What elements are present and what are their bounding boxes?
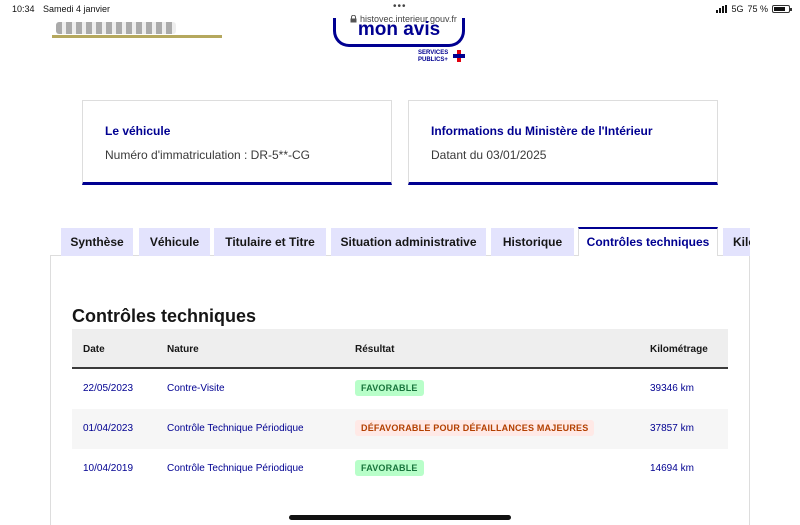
row-date: 01/04/2023: [83, 423, 134, 434]
row-nature: Contrôle Technique Périodique: [167, 463, 304, 474]
services-publics-logo: SERVICES PUBLICS+: [418, 50, 449, 63]
status-time: 10:34: [12, 4, 35, 14]
tab-controles-techniques[interactable]: Contrôles techniques: [578, 227, 718, 256]
tab-titulaire[interactable]: Titulaire et Titre: [214, 228, 326, 256]
more-dots-icon[interactable]: •••: [393, 1, 407, 12]
tab-situation-administrative[interactable]: Situation administrative: [331, 228, 486, 256]
row-mileage: 37857 km: [650, 423, 694, 434]
row-date: 10/04/2019: [83, 463, 134, 474]
ministry-card-title: Informations du Ministère de l'Intérieur: [431, 124, 653, 138]
vehicle-card-title: Le véhicule: [105, 124, 171, 138]
table-row: 01/04/2023 Contrôle Technique Périodique…: [72, 409, 728, 449]
registration-number: Numéro d'immatriculation : DR-5**-CG: [105, 148, 311, 162]
signal-icon: [716, 5, 728, 13]
tab-kilometrage[interactable]: Kilométrage: [723, 228, 750, 256]
vehicle-illustration: [56, 22, 176, 34]
status-badge: FAVORABLE: [355, 460, 424, 476]
table-row: 22/05/2023 Contre-Visite FAVORABLE 39346…: [72, 369, 728, 409]
network-type: 5G: [731, 4, 744, 14]
status-date: Samedi 4 janvier: [43, 4, 111, 14]
controls-table: Date Nature Résultat Kilométrage 22/05/2…: [72, 329, 728, 489]
status-badge: DÉFAVORABLE POUR DÉFAILLANCES MAJEURES: [355, 420, 595, 436]
battery-percent: 75 %: [747, 4, 768, 14]
table-row: 10/04/2019 Contrôle Technique Périodique…: [72, 449, 728, 489]
mon-avis-button[interactable]: mon avis: [333, 18, 465, 47]
home-indicator[interactable]: [289, 515, 511, 520]
tab-bar: Synthèse Véhicule Titulaire et Titre Sit…: [61, 227, 750, 256]
ministry-card: Informations du Ministère de l'Intérieur…: [408, 100, 718, 185]
row-nature: Contrôle Technique Périodique: [167, 423, 304, 434]
header-underline: [52, 35, 222, 38]
column-header-date: Date: [83, 344, 105, 355]
status-badge: FAVORABLE: [355, 380, 424, 396]
column-header-mileage: Kilométrage: [650, 344, 708, 355]
header-logo-strip: [52, 20, 222, 38]
tab-synthese[interactable]: Synthèse: [61, 228, 133, 256]
column-header-nature: Nature: [167, 344, 199, 355]
row-mileage: 14694 km: [650, 463, 694, 474]
data-date: Datant du 03/01/2025: [431, 148, 547, 162]
status-bar: 10:34 Samedi 4 janvier ••• histovec.inte…: [0, 0, 800, 24]
tab-historique[interactable]: Historique: [491, 228, 574, 256]
section-title: Contrôles techniques: [72, 306, 257, 326]
battery-icon: [772, 5, 792, 13]
plus-icon: [453, 50, 465, 62]
table-header: Date Nature Résultat Kilométrage: [72, 329, 728, 369]
status-indicators: 5G 75 %: [716, 4, 792, 14]
row-nature: Contre-Visite: [167, 383, 225, 394]
vehicle-card: Le véhicule Numéro d'immatriculation : D…: [82, 100, 392, 185]
column-header-result: Résultat: [355, 344, 395, 355]
tab-vehicule[interactable]: Véhicule: [139, 228, 210, 256]
row-date: 22/05/2023: [83, 383, 134, 394]
row-mileage: 39346 km: [650, 383, 694, 394]
